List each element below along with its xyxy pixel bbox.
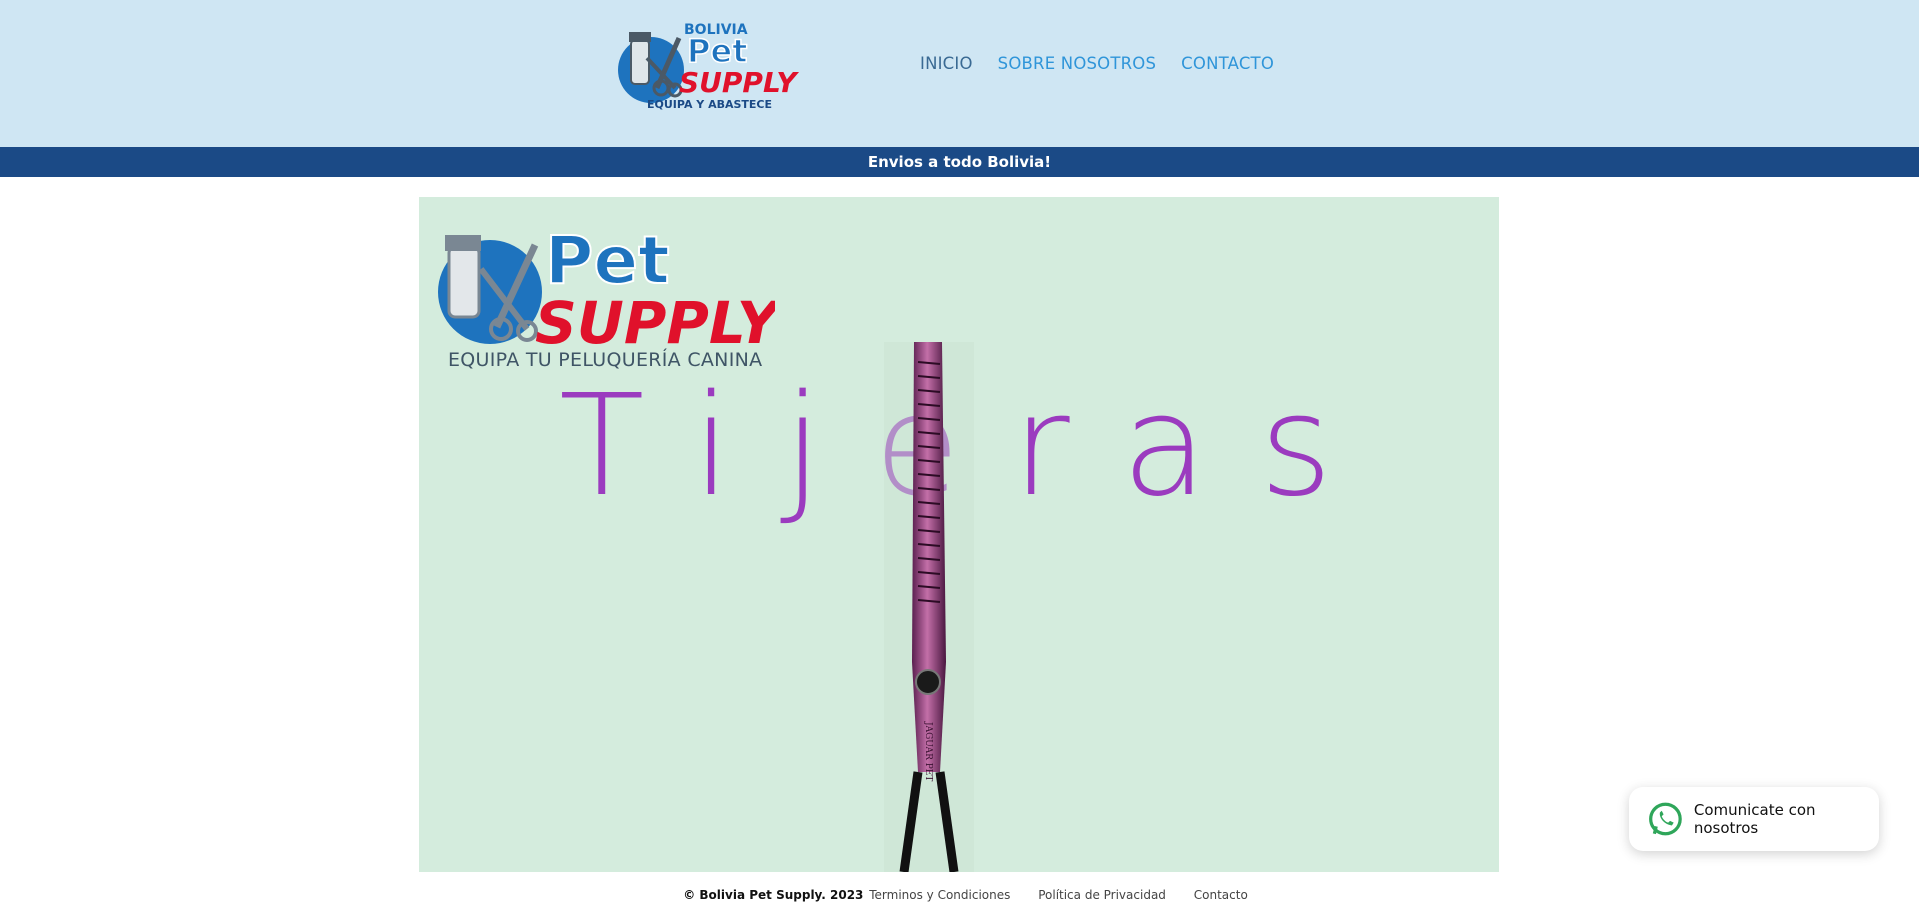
svg-text:Pet: Pet bbox=[545, 222, 670, 299]
nav-contacto[interactable]: CONTACTO bbox=[1181, 54, 1274, 73]
svg-text:Pet: Pet bbox=[687, 32, 747, 70]
svg-text:SUPPLY: SUPPLY bbox=[535, 289, 775, 357]
svg-text:SUPPLY: SUPPLY bbox=[679, 66, 799, 99]
site-footer: © Bolivia Pet Supply. 2023 Terminos y Co… bbox=[0, 888, 1919, 902]
svg-text:JAGUAR PET: JAGUAR PET bbox=[923, 721, 933, 781]
main-nav: INICIO SOBRE NOSOTROS CONTACTO bbox=[920, 54, 1274, 73]
footer-link-terminos[interactable]: Terminos y Condiciones bbox=[869, 888, 1010, 902]
whatsapp-label: Comunicate con nosotros bbox=[1693, 801, 1816, 837]
footer-link-contacto[interactable]: Contacto bbox=[1194, 888, 1248, 902]
site-header: BOLIVIA Pet SUPPLY EQUIPA Y ABASTECE INI… bbox=[0, 0, 1919, 147]
copyright: © Bolivia Pet Supply. 2023 bbox=[683, 888, 864, 902]
brand-logo[interactable]: BOLIVIA Pet SUPPLY EQUIPA Y ABASTECE bbox=[617, 18, 803, 114]
whatsapp-icon bbox=[1649, 802, 1682, 836]
hero-banner[interactable]: Pet SUPPLY EQUIPA TU PELUQUERÍA CANINA T… bbox=[419, 197, 1499, 872]
nav-sobre-nosotros[interactable]: SOBRE NOSOTROS bbox=[998, 54, 1157, 73]
footer-link-privacidad[interactable]: Política de Privacidad bbox=[1038, 888, 1166, 902]
svg-text:EQUIPA Y ABASTECE: EQUIPA Y ABASTECE bbox=[647, 98, 772, 111]
announcement-bar: Envios a todo Bolivia! bbox=[0, 147, 1919, 177]
nav-inicio[interactable]: INICIO bbox=[920, 54, 973, 73]
whatsapp-chat-button[interactable]: Comunicate con nosotros bbox=[1629, 787, 1879, 851]
scissors-image: JAGUAR PET bbox=[884, 342, 974, 872]
